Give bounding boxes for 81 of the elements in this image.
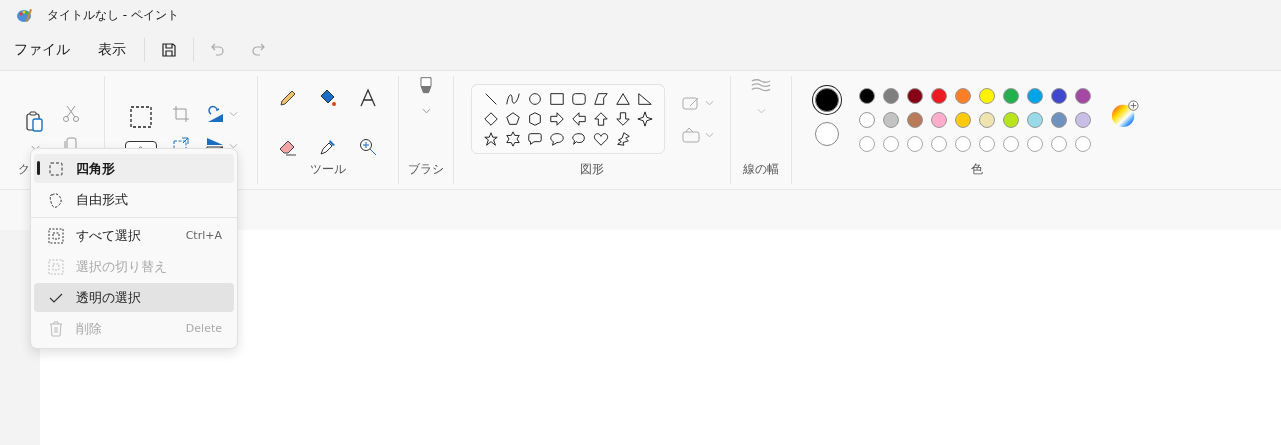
fill-bucket-icon[interactable] [318,88,338,109]
star-shape-icon[interactable] [481,130,500,147]
redo-icon[interactable] [250,42,266,58]
oval-callout-shape-icon[interactable] [547,130,566,147]
menu-item[interactable]: 透明の選択 [34,283,234,312]
zoom-icon[interactable] [358,136,378,157]
primary-color-swatch[interactable] [815,88,839,112]
triangle-shape-icon[interactable] [613,90,632,107]
color-swatch[interactable] [907,112,923,128]
empty-color-slot[interactable] [1003,136,1019,152]
color-swatch[interactable] [979,112,995,128]
color-swatch[interactable] [955,88,971,104]
group-label: ブラシ [408,161,444,178]
pencil-icon[interactable] [278,88,298,109]
right-arrow-shape-icon[interactable] [547,110,566,127]
menu-item[interactable]: すべて選択 Ctrl+A [34,221,234,250]
heart-shape-icon[interactable] [591,130,610,147]
group-label: 線の幅 [743,161,779,178]
color-swatch[interactable] [1075,112,1091,128]
color-swatch[interactable] [1051,88,1067,104]
group-label: 色 [971,161,983,178]
select-all-icon [48,227,64,244]
group-label: ク [18,161,30,178]
color-swatch[interactable] [955,112,971,128]
group-label: ツール [310,161,346,178]
secondary-color-swatch[interactable] [815,122,839,146]
speech-bubble-shape-icon[interactable] [525,130,544,147]
trash-icon [48,320,64,337]
crop-icon[interactable] [170,104,191,124]
color-swatch[interactable] [883,88,899,104]
group-label: 図形 [580,161,604,178]
diamond-shape-icon[interactable] [481,110,500,127]
color-swatch[interactable] [931,112,947,128]
selected-indicator [37,161,40,175]
empty-color-slot[interactable] [883,136,899,152]
six-point-star-shape-icon[interactable] [503,130,522,147]
color-swatch[interactable] [1003,88,1019,104]
cut-icon[interactable] [61,104,81,124]
polygon-shape-icon[interactable] [591,90,610,107]
color-swatch[interactable] [1003,112,1019,128]
cloud-callout-shape-icon[interactable] [569,130,588,147]
text-icon[interactable] [358,88,378,109]
rounded-rectangle-shape-icon[interactable] [569,90,588,107]
freeform-selection-icon [48,191,64,208]
menu-item[interactable]: 四角形 [34,154,234,183]
up-arrow-shape-icon[interactable] [591,110,610,127]
empty-color-slot[interactable] [907,136,923,152]
empty-color-slot[interactable] [1051,136,1067,152]
rectangle-shape-icon[interactable] [547,90,566,107]
menu-item[interactable]: 表示 [88,35,136,65]
empty-color-slot[interactable] [955,136,971,152]
save-icon[interactable] [161,42,177,58]
selection-icon[interactable] [128,105,153,129]
color-swatch[interactable] [979,88,995,104]
menu-item[interactable]: 自由形式 [34,185,234,214]
empty-color-slot[interactable] [1075,136,1091,152]
color-swatch[interactable] [907,88,923,104]
color-swatch[interactable] [883,112,899,128]
color-swatch[interactable] [1027,112,1043,128]
color-swatch[interactable] [1075,88,1091,104]
empty-color-slot[interactable] [1027,136,1043,152]
undo-icon[interactable] [210,42,226,58]
menu-item[interactable]: ファイル [4,35,80,65]
left-arrow-shape-icon[interactable] [569,110,588,127]
four-point-star-shape-icon[interactable] [635,110,654,127]
empty-color-slot[interactable] [931,136,947,152]
color-swatch[interactable] [859,88,875,104]
right-triangle-shape-icon[interactable] [635,90,654,107]
invert-selection-icon [48,258,64,275]
color-wheel-icon[interactable] [1111,100,1139,128]
color-swatch[interactable] [1027,88,1043,104]
color-swatch[interactable] [931,88,947,104]
pentagon-shape-icon[interactable] [503,110,522,127]
color-swatch[interactable] [1051,112,1067,128]
empty-color-slot[interactable] [979,136,995,152]
window-title: タイトルなし - ペイント [47,6,179,24]
down-arrow-shape-icon[interactable] [613,110,632,127]
paint-palette-icon [17,7,33,23]
empty-color-slot[interactable] [859,136,875,152]
color-swatch[interactable] [859,112,875,128]
dashed-rectangle-icon [48,160,64,177]
